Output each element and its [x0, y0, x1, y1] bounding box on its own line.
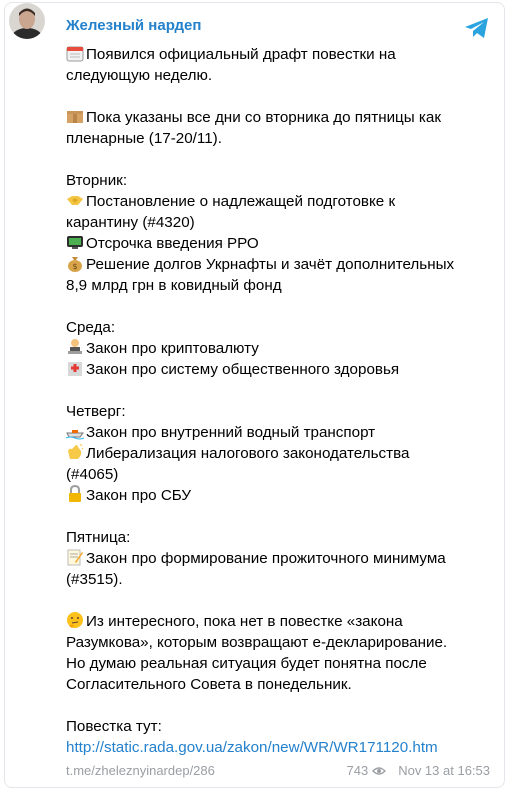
intro-text-line-1: Появился официальный драфт повестки на: [86, 46, 396, 63]
day-title: Среда:: [66, 319, 116, 336]
agenda-item-text: Закон про криптовалюту: [86, 340, 259, 357]
post-footer: t.me/zheleznyinardep/286 743 Nov 13 at 16…: [66, 763, 490, 781]
day-heading-thursday: Четверг:: [66, 401, 496, 422]
agenda-item: Закон про систему общественного здоровья: [66, 359, 496, 380]
post-line: Появился официальный драфт повестки на: [66, 44, 496, 65]
post-line: пленарные (17-20/11).: [66, 128, 496, 149]
post-card: Железный нардеп Появился официальный дра…: [4, 2, 505, 788]
hospital-icon: [68, 362, 82, 376]
day-heading-tuesday: Вторник:: [66, 170, 496, 191]
post-line: Согласительного Совета в понедельник.: [66, 674, 496, 695]
agenda-item: Либерализация налогового законодательств…: [66, 443, 496, 464]
svg-text:$: $: [72, 262, 77, 271]
channel-avatar[interactable]: [9, 3, 45, 39]
avatar-image: [9, 3, 45, 39]
package-icon: [67, 111, 83, 123]
agenda-item: Закон про СБУ: [66, 485, 496, 506]
clapping-hands-icon: [68, 443, 84, 459]
day-heading-wednesday: Среда:: [66, 317, 496, 338]
post-line: Из интересного, пока нет в повестке «зак…: [66, 611, 496, 632]
agenda-link-line: http://static.rada.gov.ua/zakon/new/WR/W…: [66, 737, 496, 758]
post-line: Пока указаны все дни со вторника до пятн…: [66, 107, 496, 128]
agenda-item-continued: карантину (#4320): [66, 212, 496, 233]
note-text-line-2: Разумкова», которым возвращают е-деклари…: [66, 634, 448, 651]
agenda-item-text: Либерализация налогового законодательств…: [86, 445, 410, 462]
note-text-line-1: Из интересного, пока нет в повестке «зак…: [86, 613, 403, 630]
agenda-item: Закон про внутренний водный транспорт: [66, 422, 496, 443]
agenda-item-text: Закон про формирование прожиточного мини…: [86, 550, 446, 567]
agenda-item-text: Закон про систему общественного здоровья: [86, 361, 400, 378]
agenda-item-text: карантину (#4320): [66, 214, 195, 231]
telegram-icon[interactable]: [464, 17, 490, 39]
intro-text-line-2: следующую неделю.: [66, 67, 213, 84]
post-body: Появился официальный драфт повестки на с…: [66, 44, 496, 758]
memo-icon: [67, 549, 83, 566]
handshake-icon: [67, 196, 83, 205]
plenary-text-line-1: Пока указаны все дни со вторника до пятн…: [86, 109, 441, 126]
agenda-item: Закон про криптовалюту: [66, 338, 496, 359]
post-line: Разумкова», которым возвращают е-деклари…: [66, 632, 496, 653]
agenda-item: Постановление о надлежащей подготовке к: [66, 191, 496, 212]
agenda-url-link[interactable]: http://static.rada.gov.ua/zakon/new/WR/W…: [66, 739, 438, 756]
view-count: 743: [346, 763, 369, 778]
agenda-item-text: Постановление о надлежащей подготовке к: [86, 193, 396, 210]
agenda-item-text: Решение долгов Укрнафты и зачёт дополнит…: [86, 256, 455, 273]
agenda-item-text: 8,9 млрд грн в ковидный фонд: [66, 277, 282, 294]
agenda-item-continued: (#4065): [66, 464, 496, 485]
eye-icon: [372, 767, 387, 775]
computer-icon: [67, 236, 83, 249]
day-title: Вторник:: [66, 172, 128, 189]
agenda-label-text: Повестка тут:: [66, 718, 162, 735]
agenda-item-text: (#3515).: [66, 571, 123, 588]
thinking-face-icon: [67, 612, 83, 628]
agenda-item: Отсрочка введения РРО: [66, 233, 496, 254]
day-title: Четверг:: [66, 403, 126, 420]
day-title: Пятница:: [66, 529, 131, 546]
agenda-item-text: Отсрочка введения РРО: [86, 235, 259, 252]
agenda-item-text: (#4065): [66, 466, 119, 483]
agenda-item: Закон про формирование прожиточного мини…: [66, 548, 496, 569]
channel-name-link[interactable]: Железный нардеп: [66, 17, 201, 34]
post-line: следующую неделю.: [66, 65, 496, 86]
speedboat-icon: [66, 430, 84, 440]
money-bag-icon: $: [68, 257, 82, 272]
post-line: Но думаю реальная ситуация будет понятна…: [66, 653, 496, 674]
note-text-line-3: Но думаю реальная ситуация будет понятна…: [66, 655, 427, 672]
agenda-item-continued: 8,9 млрд грн в ковидный фонд: [66, 275, 496, 296]
technologist-icon: [68, 339, 82, 354]
permalink-link[interactable]: t.me/zheleznyinardep/286: [66, 763, 215, 778]
post-date[interactable]: Nov 13 at 16:53: [398, 763, 490, 778]
day-heading-friday: Пятница:: [66, 527, 496, 548]
note-text-line-4: Согласительного Совета в понедельник.: [66, 676, 352, 693]
plenary-text-line-2: пленарные (17-20/11).: [66, 130, 222, 147]
agenda-item-text: Закон про внутренний водный транспорт: [86, 424, 376, 441]
agenda-item: $ Решение долгов Укрнафты и зачёт дополни…: [66, 254, 496, 275]
post-meta: 743 Nov 13 at 16:53: [347, 763, 491, 778]
calendar-icon: [66, 46, 84, 62]
agenda-item-text: Закон про СБУ: [86, 487, 192, 504]
agenda-item-continued: (#3515).: [66, 569, 496, 590]
lock-icon: [69, 485, 81, 502]
agenda-label: Повестка тут:: [66, 716, 496, 737]
